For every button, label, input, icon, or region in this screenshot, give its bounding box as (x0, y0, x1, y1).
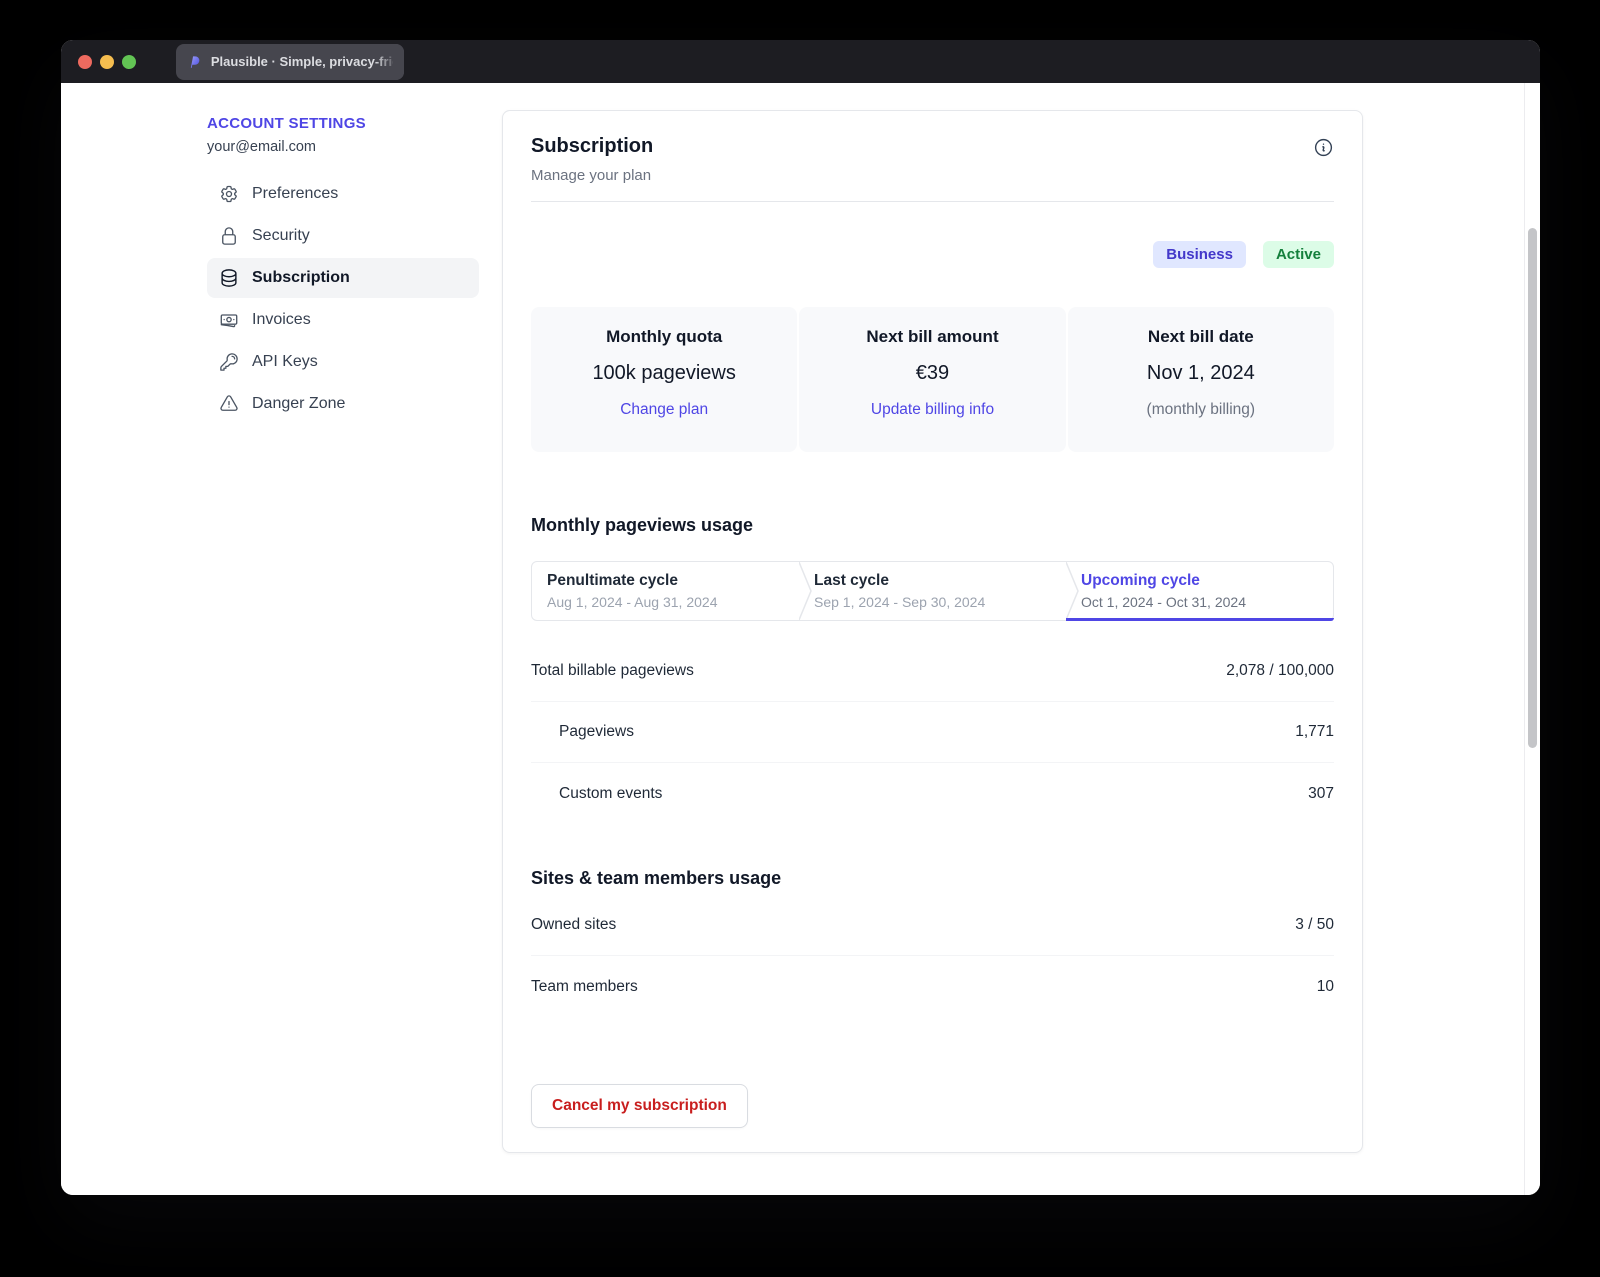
sidebar-item-label: Security (252, 227, 310, 244)
header-divider (531, 201, 1334, 202)
scrollbar-thumb[interactable] (1528, 228, 1537, 748)
row-value: 3 / 50 (1295, 916, 1334, 933)
sidebar-item-preferences[interactable]: Preferences (207, 174, 479, 214)
zoom-window-button[interactable] (122, 54, 136, 69)
browser-window: Plausible · Simple, privacy-frien ACCOUN… (61, 40, 1540, 1195)
row-value: 2,078 / 100,000 (1226, 662, 1334, 679)
stat-next-bill-amount: Next bill amount €39 Update billing info (799, 307, 1066, 452)
billing-cycle-tabs: Penultimate cycle Aug 1, 2024 - Aug 31, … (531, 561, 1334, 621)
row-value: 307 (1308, 784, 1334, 802)
sidebar-item-label: Danger Zone (252, 395, 346, 412)
browser-tab[interactable]: Plausible · Simple, privacy-frien (176, 43, 404, 80)
chevron-separator-icon (1066, 562, 1079, 620)
chevron-separator-icon (799, 562, 812, 620)
stat-title: Monthly quota (606, 327, 723, 346)
change-plan-link[interactable]: Change plan (620, 401, 708, 419)
stat-value: Nov 1, 2024 (1146, 362, 1255, 384)
tab-penultimate-cycle[interactable]: Penultimate cycle Aug 1, 2024 - Aug 31, … (532, 562, 799, 620)
tab-label: Upcoming cycle (1081, 572, 1200, 589)
sidebar-item-label: Preferences (252, 185, 339, 202)
table-row-pageviews: Pageviews 1,771 (531, 702, 1334, 763)
plausible-logo-icon (190, 55, 200, 68)
database-icon (221, 269, 237, 287)
stat-title: Next bill date (1147, 327, 1254, 346)
tab-label: Last cycle (814, 572, 889, 589)
banknote-icon (220, 314, 238, 328)
pageviews-usage-heading: Monthly pageviews usage (531, 515, 754, 535)
warning-triangle-icon (220, 395, 238, 411)
table-row-team-members: Team members 10 (531, 956, 1334, 1017)
browser-titlebar: Plausible · Simple, privacy-frien (61, 40, 1540, 83)
stat-title: Next bill amount (866, 327, 999, 346)
row-label: Owned sites (531, 916, 617, 933)
sites-usage-table: Owned sites 3 / 50 Team members 10 (531, 895, 1334, 1017)
stat-monthly-quota: Monthly quota 100k pageviews Change plan (531, 307, 798, 452)
page-subtitle: Manage your plan (531, 167, 652, 184)
sidebar-item-subscription[interactable]: Subscription (207, 258, 479, 298)
update-billing-info-link[interactable]: Update billing info (871, 401, 994, 419)
table-row-owned-sites: Owned sites 3 / 50 (531, 895, 1334, 956)
pageviews-usage-table: Total billable pageviews 2,078 / 100,000… (531, 641, 1334, 824)
window-controls (61, 54, 136, 69)
scrollbar-track[interactable] (1524, 83, 1540, 1195)
close-window-button[interactable] (78, 54, 92, 69)
sidebar-item-label: Subscription (252, 269, 350, 286)
info-button[interactable] (1313, 137, 1334, 161)
sidebar-item-danger-zone[interactable]: Danger Zone (207, 384, 479, 424)
tab-label: Penultimate cycle (547, 572, 678, 589)
sidebar-item-invoices[interactable]: Invoices (207, 300, 479, 340)
sidebar-item-security[interactable]: Security (207, 216, 479, 256)
stat-value: €39 (915, 362, 950, 384)
row-value: 10 (1316, 977, 1334, 995)
subscription-panel: Subscription Manage your plan Business A… (502, 110, 1363, 1153)
row-label: Team members (531, 977, 638, 995)
stat-next-bill-date: Next bill date Nov 1, 2024 (monthly bill… (1067, 307, 1334, 452)
browser-tab-title: Plausible · Simple, privacy-frien (210, 54, 393, 69)
plan-badges: Business Active (531, 241, 1334, 268)
row-label: Pageviews (559, 723, 634, 740)
sidebar-item-label: Invoices (252, 311, 311, 328)
cancel-subscription-button[interactable]: Cancel my subscription (531, 1084, 748, 1128)
table-row-custom-events: Custom events 307 (531, 763, 1334, 824)
plan-badge: Business (1153, 241, 1246, 268)
minimize-window-button[interactable] (100, 54, 114, 69)
tab-upcoming-cycle[interactable]: Upcoming cycle Oct 1, 2024 - Oct 31, 202… (1066, 562, 1334, 621)
info-icon (1314, 139, 1333, 156)
stat-value: 100k pageviews (592, 362, 736, 384)
tab-date-range: Aug 1, 2024 - Aug 31, 2024 (547, 594, 718, 610)
tab-date-range: Sep 1, 2024 - Sep 30, 2024 (814, 594, 986, 610)
tab-last-cycle[interactable]: Last cycle Sep 1, 2024 - Sep 30, 2024 (799, 562, 1066, 620)
row-label: Custom events (559, 784, 663, 802)
sidebar-item-api-keys[interactable]: API Keys (207, 342, 479, 382)
billing-interval-note: (monthly billing) (1146, 401, 1256, 418)
row-value: 1,771 (1295, 723, 1334, 740)
account-settings-heading: ACCOUNT SETTINGS (207, 115, 366, 132)
account-email: your@email.com (207, 139, 316, 155)
settings-nav: Preferences Security Subscription Invoic… (207, 174, 479, 424)
lock-icon (222, 227, 236, 245)
row-label: Total billable pageviews (531, 662, 694, 679)
tab-date-range: Oct 1, 2024 - Oct 31, 2024 (1081, 594, 1246, 610)
table-row-total-billable: Total billable pageviews 2,078 / 100,000 (531, 641, 1334, 702)
sidebar-item-label: API Keys (252, 353, 318, 370)
sites-usage-heading: Sites & team members usage (531, 868, 782, 888)
gear-icon (221, 185, 237, 203)
key-icon (220, 353, 238, 371)
page-title: Subscription (531, 135, 654, 157)
billing-stats: Monthly quota 100k pageviews Change plan… (531, 307, 1334, 452)
status-badge: Active (1262, 241, 1334, 268)
settings-sidebar: ACCOUNT SETTINGS your@email.com Preferen… (207, 83, 479, 1195)
